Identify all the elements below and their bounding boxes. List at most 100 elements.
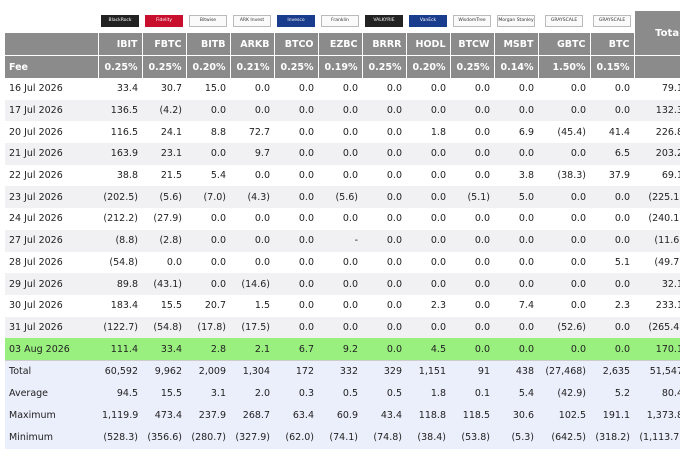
flow-cell: 0.0 bbox=[538, 338, 590, 361]
flow-cell: 0.0 bbox=[274, 121, 318, 144]
flow-cell: 0.0 bbox=[362, 208, 406, 230]
flow-cell: 0.0 bbox=[590, 316, 634, 339]
flow-cell: 0.0 bbox=[318, 251, 362, 274]
flow-cell: 0.0 bbox=[186, 208, 230, 230]
summary-cell: 438 bbox=[494, 359, 538, 383]
flow-cell: 0.0 bbox=[538, 294, 590, 317]
date-cell: 17 Jul 2026 bbox=[5, 99, 98, 122]
fee-total-blank bbox=[634, 55, 680, 78]
flow-cell: 0.0 bbox=[450, 316, 494, 339]
logo-cell: ARK Invest bbox=[230, 11, 275, 33]
summary-cell: 30.6 bbox=[494, 404, 538, 427]
flow-cell: 0.0 bbox=[494, 78, 538, 100]
ticker-header: FBTC bbox=[142, 33, 187, 56]
flow-cell: 0.0 bbox=[590, 229, 634, 252]
summary-total-cell: 80.4 bbox=[634, 382, 680, 405]
wisdomtree-logo: WisdomTree bbox=[453, 14, 491, 27]
logo-cell: Bitwise bbox=[186, 11, 231, 33]
date-cell: 16 Jul 2026 bbox=[5, 78, 98, 100]
flow-cell: 0.0 bbox=[186, 251, 230, 274]
flow-row: 20 Jul 2026 116.5 24.1 8.8 72.7 0.0 0.0 0.0 1.8 0… bbox=[5, 121, 680, 144]
flow-cell: 0.0 bbox=[230, 208, 274, 230]
flow-row: 22 Jul 2026 38.8 21.5 5.4 0.0 0.0 0.0 0.0 0.0 0.0… bbox=[5, 164, 680, 187]
row-total-cell: 233.1 bbox=[634, 294, 680, 317]
flow-cell: 0.0 bbox=[318, 208, 362, 230]
summary-cell: 268.7 bbox=[230, 404, 274, 427]
flow-row: 17 Jul 2026 136.5 (4.2) 0.0 0.0 0.0 0.0 0.0 0.0 0… bbox=[5, 99, 680, 122]
flow-cell: 1.5 bbox=[230, 294, 274, 317]
flow-cell: 89.8 bbox=[98, 273, 142, 295]
ticker-header: IBIT bbox=[98, 33, 143, 56]
flow-cell: 0.0 bbox=[362, 338, 406, 361]
logo-cell: Morgan Stanley bbox=[494, 11, 539, 33]
flow-cell: 0.0 bbox=[450, 229, 494, 252]
ticker-header: EZBC bbox=[318, 33, 363, 56]
fee-row: Fee 0.25% 0.25% 0.20% 0.21% 0.25% 0.19% 0.25% 0.… bbox=[5, 55, 680, 78]
date-cell: 20 Jul 2026 bbox=[5, 121, 98, 144]
flow-cell: 0.0 bbox=[538, 251, 590, 274]
flow-cell: 0.0 bbox=[450, 273, 494, 295]
row-total-cell: 132.3 bbox=[634, 99, 680, 122]
summary-cell: 332 bbox=[318, 359, 362, 383]
row-total-cell: (11.6) bbox=[634, 229, 680, 252]
etf-flows-table-container: BlackRock Fidelity Bitwise ARK Invest Invesc… bbox=[5, 11, 680, 449]
flow-cell: 4.5 bbox=[406, 338, 450, 361]
summary-row: Average 94.5 15.5 3.1 2.0 0.3 0.5 0.5 1.8 0.1 5.4(… bbox=[5, 382, 680, 405]
flow-cell: (43.1) bbox=[142, 273, 186, 295]
blackrock-logo: BlackRock bbox=[101, 14, 139, 27]
flow-cell: 0.0 bbox=[362, 99, 406, 122]
summary-cell: 43.4 bbox=[362, 404, 406, 427]
flow-cell: 20.7 bbox=[186, 294, 230, 317]
flow-row: 27 Jul 2026 (8.8) (2.8) 0.0 0.0 0.0-0.0 0.0 0.0… bbox=[5, 229, 680, 252]
flow-cell: 0.0 bbox=[318, 78, 362, 100]
grayscale-mini-logo: GRAYSCALE bbox=[593, 14, 631, 27]
date-cell: 21 Jul 2026 bbox=[5, 143, 98, 165]
flow-cell: 0.0 bbox=[274, 316, 318, 339]
invesco-logo: Invesco bbox=[277, 14, 315, 27]
flow-cell: 111.4 bbox=[98, 338, 142, 361]
summary-cell: 1.8 bbox=[406, 382, 450, 405]
row-total-cell: 170.1 bbox=[634, 338, 680, 361]
summary-cell: 1,304 bbox=[230, 359, 274, 383]
flow-cell: 0.0 bbox=[274, 143, 318, 165]
summary-cell: 2,009 bbox=[186, 359, 230, 383]
flow-cell: 0.0 bbox=[362, 164, 406, 187]
flow-cell: 0.0 bbox=[538, 99, 590, 122]
fee-cell: 0.14% bbox=[494, 55, 539, 78]
flow-cell: 0.0 bbox=[494, 208, 538, 230]
summary-cell: 0.5 bbox=[318, 382, 362, 405]
vaneck-logo: VanEck bbox=[409, 14, 447, 27]
flow-cell: (45.4) bbox=[538, 121, 590, 144]
flow-cell: 0.0 bbox=[450, 251, 494, 274]
row-total-cell: 203.2 bbox=[634, 143, 680, 165]
summary-cell: 172 bbox=[274, 359, 318, 383]
flow-cell: 183.4 bbox=[98, 294, 142, 317]
flow-row: 30 Jul 2026 183.4 15.5 20.7 1.5 0.0 0.0 0.0 2.3 0… bbox=[5, 294, 680, 317]
fee-cell: 0.19% bbox=[318, 55, 363, 78]
row-total-cell: 79.1 bbox=[634, 78, 680, 100]
flow-cell: 0.0 bbox=[362, 273, 406, 295]
flow-row: 28 Jul 2026 (54.8) 0.0 0.0 0.0 0.0 0.0 0.0 0.0 0.… bbox=[5, 251, 680, 274]
flow-cell: (27.9) bbox=[142, 208, 186, 230]
flow-cell: - bbox=[318, 229, 362, 252]
flow-cell: 0.0 bbox=[590, 99, 634, 122]
summary-cell: 60,592 bbox=[98, 359, 142, 383]
flow-cell: 0.0 bbox=[406, 229, 450, 252]
flow-cell: 0.0 bbox=[318, 99, 362, 122]
flow-cell: 0.0 bbox=[538, 186, 590, 209]
flow-cell: (17.8) bbox=[186, 316, 230, 339]
fee-cell: 0.25% bbox=[362, 55, 407, 78]
flow-cell: (14.6) bbox=[230, 273, 274, 295]
summary-cell: 94.5 bbox=[98, 382, 142, 405]
flow-cell: 9.2 bbox=[318, 338, 362, 361]
flow-cell: 72.7 bbox=[230, 121, 274, 144]
flow-cell: 0.0 bbox=[406, 164, 450, 187]
flow-cell: (5.6) bbox=[142, 186, 186, 209]
flow-cell: 0.0 bbox=[538, 78, 590, 100]
flow-cell: 0.0 bbox=[590, 273, 634, 295]
flow-cell: 0.0 bbox=[406, 99, 450, 122]
flow-cell: 0.0 bbox=[450, 208, 494, 230]
flow-cell: 0.0 bbox=[406, 208, 450, 230]
date-cell: 31 Jul 2026 bbox=[5, 316, 98, 339]
flow-cell: 0.0 bbox=[538, 229, 590, 252]
